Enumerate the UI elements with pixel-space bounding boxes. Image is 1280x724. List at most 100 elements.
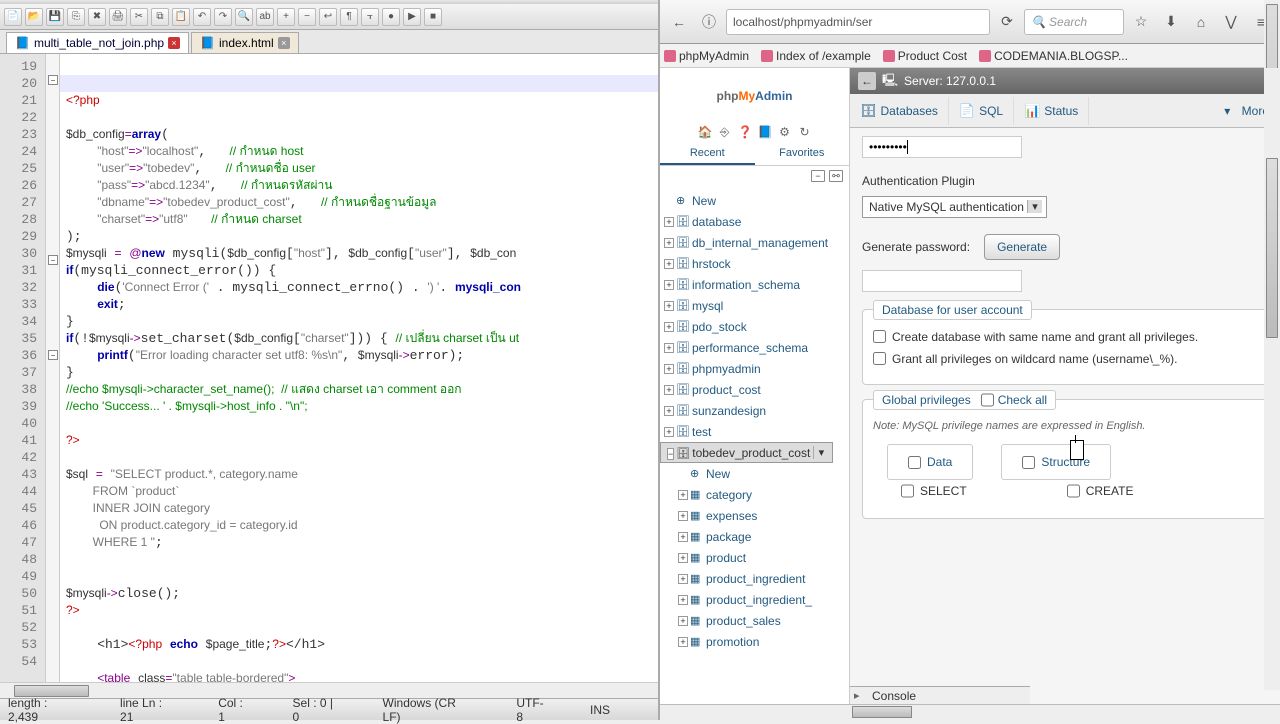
tree-item[interactable]: +▦product_ingredient (660, 568, 849, 589)
auth-plugin-select[interactable]: Native MySQL authentication (862, 196, 1047, 218)
generated-password-field[interactable] (862, 270, 1022, 292)
grant-wildcard-checkbox[interactable]: Grant all privileges on wildcard name (u… (873, 350, 1257, 368)
server-label: Server: 127.0.0.1 (904, 74, 996, 88)
settings-icon[interactable]: ⚙ (778, 125, 792, 139)
bookmark-index[interactable]: Index of /example (761, 49, 871, 63)
save-all-icon[interactable]: ⎘ (67, 8, 85, 26)
tree-item[interactable]: +▦product_ingredient_ (660, 589, 849, 610)
favorites-tab[interactable]: Favorites (755, 144, 850, 165)
server-host-icon: 🖳 (882, 71, 898, 92)
bookmark-pma[interactable]: phpMyAdmin (664, 49, 749, 63)
macro-play-icon[interactable]: ▶ (403, 8, 421, 26)
pma-logo: phpMyAdmin (716, 83, 792, 106)
sql-docs-icon[interactable]: 📘 (758, 125, 772, 139)
status-col: Col : 1 (218, 696, 252, 724)
bookmark-product[interactable]: Product Cost (883, 49, 967, 63)
undo-icon[interactable]: ↶ (193, 8, 211, 26)
tab-index-html[interactable]: 📘 index.html × (191, 32, 299, 53)
downloads-icon[interactable]: ⬇ (1158, 9, 1184, 35)
pma-vscroll[interactable] (1264, 68, 1280, 690)
open-file-icon[interactable]: 📂 (25, 8, 43, 26)
close-icon[interactable]: ✖ (88, 8, 106, 26)
url-bar[interactable]: localhost/phpmyadmin/ser (726, 9, 990, 35)
paste-icon[interactable]: 📋 (172, 8, 190, 26)
tree-item[interactable]: −🗄tobedev_product_cost (660, 442, 833, 463)
tree-item[interactable]: +🗄mysql (660, 295, 849, 316)
tab-status[interactable]: 📊Status (1014, 97, 1089, 125)
create-priv[interactable]: CREATE (1067, 484, 1134, 498)
tree-item[interactable]: +🗄performance_schema (660, 337, 849, 358)
data-priv-box: Data (887, 444, 973, 480)
cut-icon[interactable]: ✂ (130, 8, 148, 26)
create-db-checkbox[interactable]: Create database with same name and grant… (873, 328, 1257, 346)
save-icon[interactable]: 💾 (46, 8, 64, 26)
nav-collapse-icon[interactable]: ← (858, 72, 876, 90)
tree-item[interactable]: +🗄information_schema (660, 274, 849, 295)
tree-item[interactable]: +▦category (660, 484, 849, 505)
recent-tab[interactable]: Recent (660, 144, 755, 165)
tree-item[interactable]: +▦expenses (660, 505, 849, 526)
tree-item[interactable]: +🗄product_cost (660, 379, 849, 400)
password-field[interactable]: ••••••••• (862, 136, 1022, 158)
tree-item[interactable]: +🗄db_internal_management (660, 232, 849, 253)
indent-guide-icon[interactable]: ⫟ (361, 8, 379, 26)
generate-button[interactable]: Generate (984, 234, 1060, 260)
home-nav-icon[interactable]: 🏠 (698, 125, 712, 139)
browser-hscroll[interactable] (660, 704, 1280, 720)
console-bar[interactable]: Console (850, 686, 1030, 704)
tree-item[interactable]: +🗄pdo_stock (660, 316, 849, 337)
print-icon[interactable]: 🖨 (109, 8, 127, 26)
bookmark-star-icon[interactable]: ☆ (1128, 9, 1154, 35)
identity-icon[interactable]: ⓘ (696, 9, 722, 35)
collapse-all-icon[interactable]: − (811, 170, 825, 182)
home-icon[interactable]: ⌂ (1188, 9, 1214, 35)
tree-item[interactable]: ⊕New (660, 463, 849, 484)
tree-item[interactable]: +🗄phpmyadmin (660, 358, 849, 379)
search-placeholder: Search (1049, 15, 1087, 29)
new-file-icon[interactable]: 📄 (4, 8, 22, 26)
word-wrap-icon[interactable]: ↩ (319, 8, 337, 26)
tab-close-icon[interactable]: × (278, 37, 290, 49)
tree-item[interactable]: +🗄hrstock (660, 253, 849, 274)
zoom-in-icon[interactable]: + (277, 8, 295, 26)
docs-icon[interactable]: ❓ (738, 125, 752, 139)
replace-icon[interactable]: ab (256, 8, 274, 26)
editor-tabs: 📘 multi_table_not_join.php × 📘 index.htm… (0, 30, 658, 54)
reload-nav-icon[interactable]: ↻ (798, 125, 812, 139)
zoom-out-icon[interactable]: − (298, 8, 316, 26)
link-icon[interactable]: ⚯ (829, 170, 843, 182)
tab-multi-table[interactable]: 📘 multi_table_not_join.php × (6, 32, 189, 53)
structure-priv-box: Structure (1001, 444, 1111, 480)
tree-item[interactable]: ⊕New (660, 190, 849, 211)
macro-start-icon[interactable]: ● (382, 8, 400, 26)
reload-icon[interactable]: ⟳ (994, 9, 1020, 35)
tree-item[interactable]: +▦product_sales (660, 610, 849, 631)
pocket-icon[interactable]: ⋁ (1218, 9, 1244, 35)
logout-icon[interactable]: ⎆ (718, 125, 732, 139)
find-icon[interactable]: 🔍 (235, 8, 253, 26)
show-all-icon[interactable]: ¶ (340, 8, 358, 26)
select-priv[interactable]: SELECT (901, 484, 967, 498)
tree-item[interactable]: +🗄database (660, 211, 849, 232)
macro-stop-icon[interactable]: ■ (424, 8, 442, 26)
code-area[interactable]: <?php $db_config=array( "host"=>"localho… (60, 54, 658, 682)
search-bar[interactable]: 🔍 Search (1024, 9, 1124, 35)
tree-item[interactable]: +🗄sunzandesign (660, 400, 849, 421)
copy-icon[interactable]: ⧉ (151, 8, 169, 26)
tree-item[interactable]: +🗄test (660, 421, 849, 442)
check-all[interactable]: Check all (981, 393, 1047, 407)
pma-sidebar: phpMyAdmin 🏠 ⎆ ❓ 📘 ⚙ ↻ Recent Favorites … (660, 68, 850, 704)
bookmark-codemania[interactable]: CODEMANIA.BLOGSP... (979, 49, 1128, 63)
genpass-label: Generate password: (862, 240, 970, 254)
back-icon[interactable]: ← (666, 9, 692, 35)
redo-icon[interactable]: ↷ (214, 8, 232, 26)
tab-close-icon[interactable]: × (168, 37, 180, 49)
tree-item[interactable]: +▦package (660, 526, 849, 547)
status-sel: Sel : 0 | 0 (293, 696, 343, 724)
tree-item[interactable]: +▦product (660, 547, 849, 568)
tab-databases[interactable]: 🗄Databases (850, 97, 949, 125)
status-mode: INS (590, 703, 610, 717)
priv-note: Note: MySQL privilege names are expresse… (873, 420, 1257, 432)
tab-sql[interactable]: 📄SQL (949, 97, 1014, 125)
tree-item[interactable]: +▦promotion (660, 631, 849, 652)
